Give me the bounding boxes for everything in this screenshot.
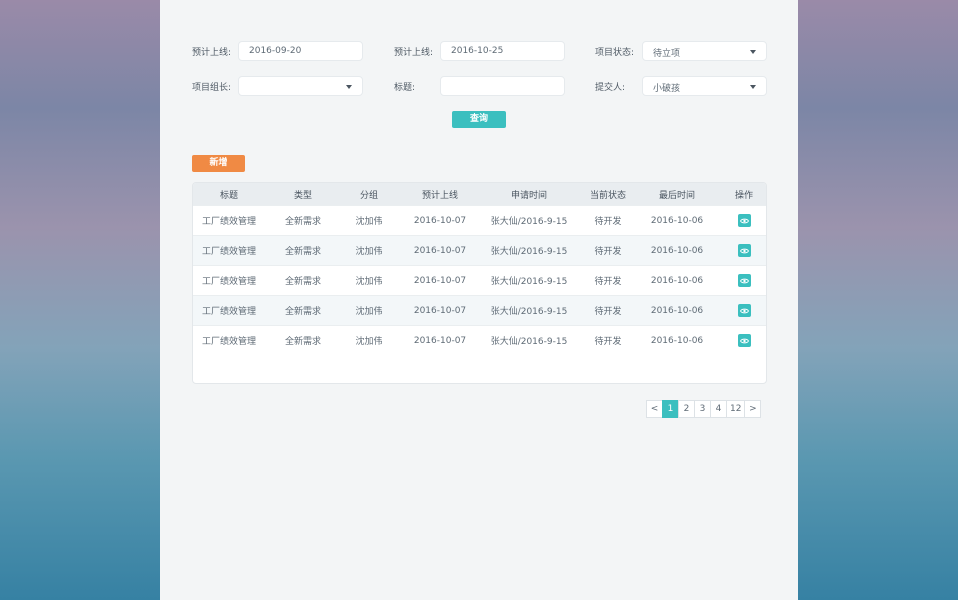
- eye-icon[interactable]: [737, 244, 751, 257]
- eye-icon[interactable]: [737, 334, 751, 347]
- row-cell-type: 全新需求: [284, 217, 321, 227]
- submitter-select[interactable]: 小破孩: [642, 76, 767, 96]
- row-cell-group: 沈加伟: [355, 217, 383, 227]
- pagination-page-4[interactable]: 4: [710, 400, 727, 418]
- project-status-select[interactable]: 待立项: [642, 41, 767, 61]
- row-cell-type: 全新需求: [284, 307, 321, 317]
- table-row: 工厂绩效管理 全新需求 沈加伟 2016-10-07 张大仙/2016-9-15 待开发 2…: [193, 205, 766, 235]
- row-cell-status: 待开发: [594, 247, 622, 257]
- add-button[interactable]: 新增: [192, 155, 245, 172]
- table-body: 工厂绩效管理 全新需求 沈加伟 2016-10-07 张大仙/2016-9-15 待开发 2…: [193, 205, 766, 355]
- title-label: 标题:: [394, 83, 416, 93]
- table-row: 工厂绩效管理 全新需求 沈加伟 2016-10-07 张大仙/2016-9-15 待开发 2…: [193, 325, 766, 355]
- team-leader-field: 项目组长:: [192, 76, 364, 96]
- eye-icon[interactable]: [737, 304, 751, 317]
- row-cell-expected-launch: 2016-10-07: [413, 245, 467, 256]
- header-cell-last-time: 最后时间: [658, 190, 695, 201]
- row-cell-status: 待开发: [594, 277, 622, 287]
- pagination: <1 2 3 4 12 >: [646, 400, 762, 418]
- row-cell-status: 待开发: [594, 337, 622, 347]
- row-cell-expected-launch: 2016-10-07: [413, 335, 467, 346]
- expected-launch-to-label: 预计上线:: [394, 48, 434, 58]
- header-cell-expected-launch: 预计上线: [421, 190, 458, 201]
- expected-launch-from-field: 预计上线: 2016-09-20: [192, 41, 364, 61]
- eye-icon[interactable]: [737, 274, 751, 287]
- pagination-prev-button[interactable]: <: [646, 400, 663, 418]
- chevron-down-icon: [750, 50, 756, 54]
- project-status-label: 项目状态:: [595, 48, 635, 58]
- row-cell-apply-time: 张大仙/2016-9-15: [490, 247, 568, 257]
- row-cell-title: 工厂绩效管理: [201, 277, 256, 287]
- row-cell-expected-launch: 2016-10-07: [413, 305, 467, 316]
- row-cell-type: 全新需求: [284, 247, 321, 257]
- chevron-down-icon: [346, 85, 352, 89]
- row-cell-expected-launch: 2016-10-07: [413, 275, 467, 286]
- expected-launch-from-label: 预计上线:: [192, 48, 232, 58]
- header-cell-group: 分组: [359, 190, 378, 201]
- project-status-value: 待立项: [653, 49, 681, 59]
- header-cell-action: 操作: [734, 190, 753, 201]
- title-input[interactable]: [440, 76, 565, 96]
- row-cell-title: 工厂绩效管理: [201, 217, 256, 227]
- submitter-field: 提交人: 小破孩: [595, 76, 767, 96]
- filter-row-2: 项目组长: 标题: 提交人: 小破孩: [192, 76, 767, 96]
- row-cell-action: [724, 296, 764, 325]
- row-cell-group: 沈加伟: [355, 277, 383, 287]
- row-cell-type: 全新需求: [284, 277, 321, 287]
- expected-launch-to-input[interactable]: 2016-10-25: [440, 41, 565, 61]
- expected-launch-from-input[interactable]: 2016-09-20: [238, 41, 363, 61]
- pagination-page-2[interactable]: 2: [678, 400, 695, 418]
- header-cell-type: 类型: [293, 190, 312, 201]
- row-cell-action: [724, 206, 764, 235]
- submitter-value: 小破孩: [653, 84, 681, 94]
- pagination-page-12[interactable]: 12: [726, 400, 746, 418]
- title-field: 标题:: [394, 76, 566, 96]
- query-button[interactable]: 查询: [452, 111, 506, 128]
- header-cell-title: 标题: [219, 190, 238, 201]
- data-table: 标题 类型 分组 预计上线 申请时间 当前状态 最后时间 操作 工厂绩效管理 全新需求 沈加伟 20…: [192, 182, 767, 384]
- row-cell-title: 工厂绩效管理: [201, 307, 256, 317]
- table-row: 工厂绩效管理 全新需求 沈加伟 2016-10-07 张大仙/2016-9-15 待开发 2…: [193, 295, 766, 325]
- row-cell-group: 沈加伟: [355, 247, 383, 257]
- row-cell-group: 沈加伟: [355, 307, 383, 317]
- row-cell-type: 全新需求: [284, 337, 321, 347]
- team-leader-select[interactable]: [238, 76, 363, 96]
- row-cell-expected-launch: 2016-10-07: [413, 215, 467, 226]
- header-cell-status: 当前状态: [589, 190, 626, 201]
- chevron-down-icon: [750, 85, 756, 89]
- submitter-label: 提交人:: [595, 83, 626, 93]
- table-header: 标题 类型 分组 预计上线 申请时间 当前状态 最后时间 操作: [193, 183, 766, 205]
- row-cell-apply-time: 张大仙/2016-9-15: [490, 277, 568, 287]
- row-cell-status: 待开发: [594, 307, 622, 317]
- row-cell-last-time: 2016-10-06: [650, 335, 704, 346]
- project-status-field: 项目状态: 待立项: [595, 41, 767, 61]
- row-cell-action: [724, 266, 764, 295]
- table-row: 工厂绩效管理 全新需求 沈加伟 2016-10-07 张大仙/2016-9-15 待开发 2…: [193, 235, 766, 265]
- row-cell-action: [724, 236, 764, 265]
- row-cell-status: 待开发: [594, 217, 622, 227]
- row-cell-title: 工厂绩效管理: [201, 247, 256, 257]
- row-cell-group: 沈加伟: [355, 337, 383, 347]
- row-cell-apply-time: 张大仙/2016-9-15: [490, 307, 568, 317]
- filter-row-1: 预计上线: 2016-09-20 预计上线: 2016-10-25 项目状态: …: [192, 41, 767, 61]
- row-cell-action: [724, 326, 764, 355]
- header-cell-apply-time: 申请时间: [510, 190, 547, 201]
- table-row: 工厂绩效管理 全新需求 沈加伟 2016-10-07 张大仙/2016-9-15 待开发 2…: [193, 265, 766, 295]
- row-cell-title: 工厂绩效管理: [201, 337, 256, 347]
- row-cell-last-time: 2016-10-06: [650, 245, 704, 256]
- pagination-next-button[interactable]: >: [744, 400, 762, 418]
- row-cell-last-time: 2016-10-06: [650, 215, 704, 226]
- team-leader-label: 项目组长:: [192, 83, 232, 93]
- row-cell-apply-time: 张大仙/2016-9-15: [490, 217, 568, 227]
- row-cell-apply-time: 张大仙/2016-9-15: [490, 337, 568, 347]
- expected-launch-to-field: 预计上线: 2016-10-25: [394, 41, 566, 61]
- main-panel: 预计上线: 2016-09-20 预计上线: 2016-10-25 项目状态: …: [160, 0, 798, 600]
- pagination-page-1[interactable]: 1: [662, 400, 679, 418]
- pagination-page-3[interactable]: 3: [694, 400, 711, 418]
- eye-icon[interactable]: [737, 214, 751, 227]
- row-cell-last-time: 2016-10-06: [650, 275, 704, 286]
- row-cell-last-time: 2016-10-06: [650, 305, 704, 316]
